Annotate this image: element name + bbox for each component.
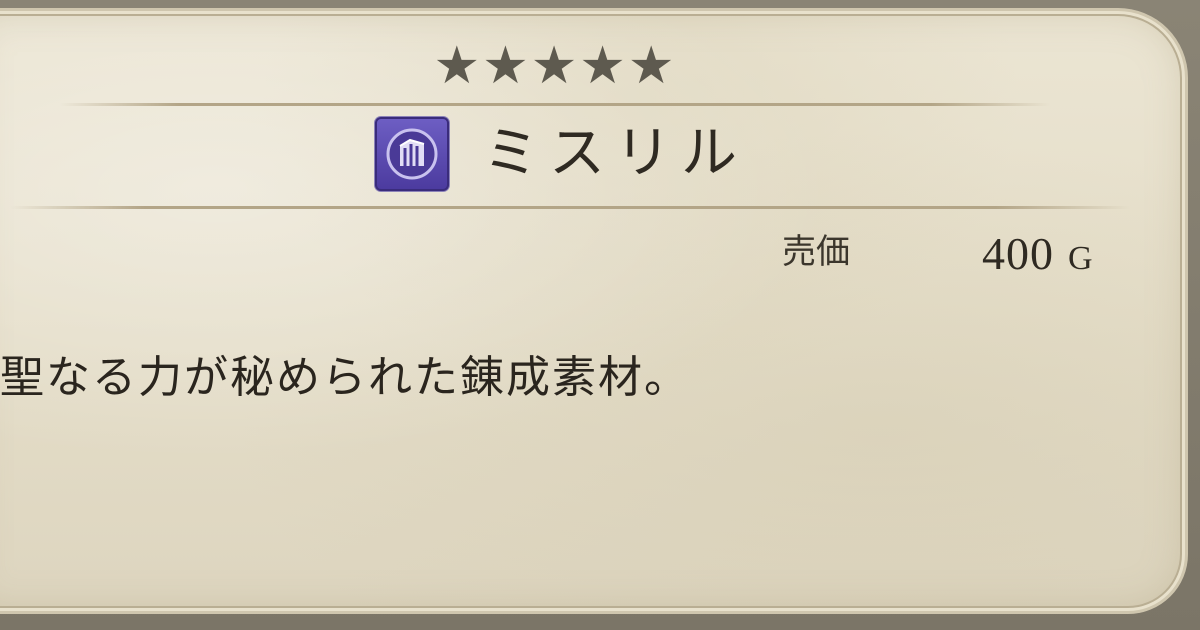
mythril-crystal-icon bbox=[375, 117, 449, 191]
price-amount: 400 bbox=[982, 228, 1054, 279]
item-description: 聖なる力が秘められた錬成素材。 bbox=[0, 348, 690, 408]
divider-top bbox=[60, 103, 1050, 106]
item-card-frame: ★★★★★ ミスリル 売価 400 G 聖なる力が秘められた錬成素材。 bbox=[0, 0, 1200, 630]
sell-price-value: 400 G bbox=[982, 228, 1094, 285]
divider-bottom bbox=[10, 206, 1130, 209]
item-detail-panel: ★★★★★ ミスリル 売価 400 G 聖なる力が秘められた錬成素材。 bbox=[0, 8, 1188, 614]
sell-price-label: 売価 bbox=[782, 232, 850, 272]
item-description-text: 聖なる力が秘められた錬成素材。 bbox=[0, 352, 690, 403]
price-unit: G bbox=[1068, 240, 1094, 277]
rarity-stars: ★★★★★ bbox=[433, 36, 677, 96]
item-name: ミスリル bbox=[483, 121, 747, 186]
item-title-row: ミスリル bbox=[375, 116, 747, 192]
